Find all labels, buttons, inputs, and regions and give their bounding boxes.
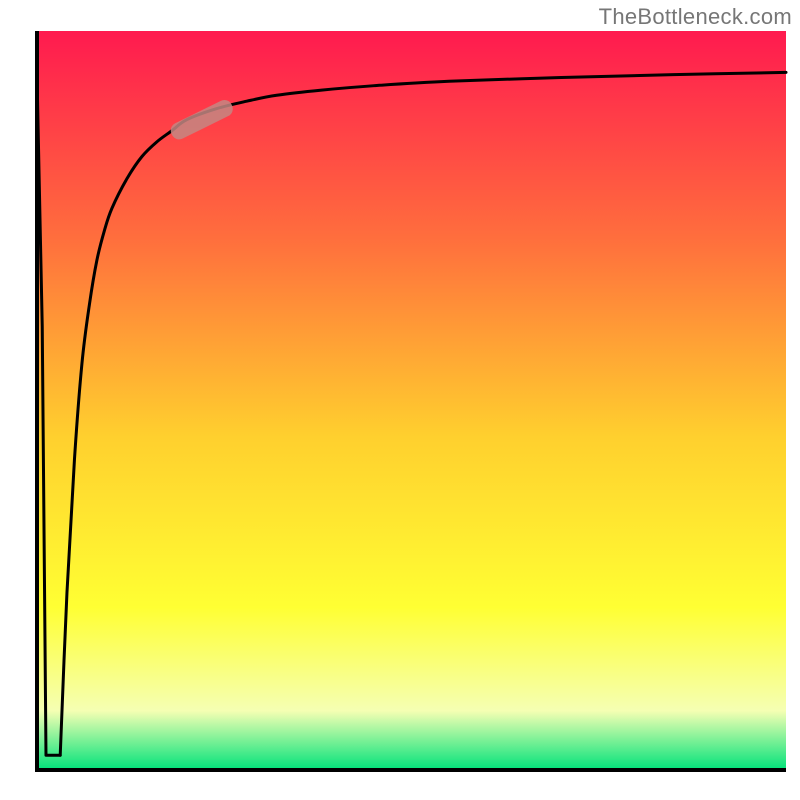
plot-area xyxy=(0,0,800,800)
plot-svg xyxy=(0,0,800,800)
gradient-background xyxy=(37,31,786,770)
chart-stage: TheBottleneck.com xyxy=(0,0,800,800)
watermark-text: TheBottleneck.com xyxy=(599,4,792,30)
